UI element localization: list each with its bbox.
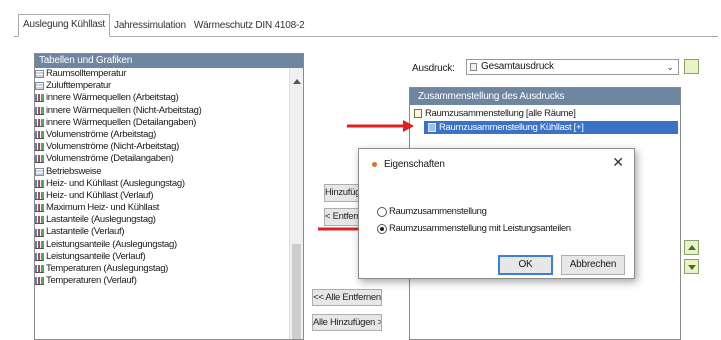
list-item-label: innere Wärmequellen (Arbeitstag) — [46, 92, 179, 104]
chart-icon — [35, 118, 44, 127]
list-item-label: Heiz- und Kühllast (Auslegungstag) — [46, 177, 185, 189]
list-item[interactable]: Raumsolltemperatur — [35, 68, 303, 80]
radio-label: Raumzusammenstellung mit Leistungsanteil… — [389, 223, 571, 234]
list-item[interactable]: Lastanteile (Auslegungstag) — [35, 214, 303, 226]
ok-button[interactable]: OK — [498, 255, 553, 275]
radio-label: Raumzusammenstellung — [389, 206, 487, 217]
list-item-label: Raumsolltemperatur — [46, 68, 127, 79]
chart-icon — [35, 106, 44, 115]
table-icon — [35, 82, 44, 91]
move-up-button[interactable] — [684, 240, 699, 255]
list-item[interactable]: Volumenströme (Arbeitstag) — [35, 129, 303, 141]
list-item-label: Maximum Heiz- und Kühllast — [46, 202, 160, 214]
remove-all-button[interactable]: << Alle Entfernen — [312, 289, 382, 306]
edit-button[interactable] — [684, 59, 699, 74]
tree-child-item-selected[interactable]: Raumzusammenstellung Kühllast [+] — [424, 121, 678, 134]
list-item[interactable]: Heiz- und Kühllast (Verlauf) — [35, 190, 303, 202]
list-item[interactable]: Leistungsanteile (Auslegungstag) — [35, 239, 303, 251]
list-item-label: Volumenströme (Nicht-Arbeitstag) — [46, 141, 179, 153]
tree-child-label: Raumzusammenstellung Kühllast [+] — [439, 122, 584, 133]
list-item-label: Zulufttemperatur — [46, 80, 111, 92]
list-scrollbar[interactable] — [289, 68, 303, 339]
list-item[interactable]: Leistungsanteile (Verlauf) — [35, 251, 303, 263]
list-item[interactable]: innere Wärmequellen (Detailangaben) — [35, 117, 303, 129]
chart-icon — [35, 204, 44, 213]
tab-jahressimulation[interactable]: Jahressimulation — [110, 16, 190, 36]
list-item[interactable]: Temperaturen (Auslegungstag) — [35, 263, 303, 275]
chart-icon — [35, 94, 44, 103]
list-item[interactable]: innere Wärmequellen (Nicht-Arbeitstag) — [35, 105, 303, 117]
list-item[interactable]: Maximum Heiz- und Kühllast — [35, 202, 303, 214]
chart-icon — [35, 143, 44, 152]
cancel-button[interactable]: Abbrechen — [561, 255, 625, 275]
list-item[interactable]: Zulufttemperatur — [35, 80, 303, 92]
list-item-label: Volumenströme (Detailangaben) — [46, 153, 174, 165]
annotation-arrow-icon — [347, 120, 414, 132]
close-icon[interactable]: ✕ — [612, 154, 624, 171]
tab-auslegung-kuehllast[interactable]: Auslegung Kühllast — [18, 14, 111, 37]
print-select[interactable]: Gesamtausdruck ⌄ — [466, 59, 679, 75]
dialog-title: Eigenschaften — [372, 159, 445, 170]
chart-icon — [35, 240, 44, 249]
tab-bar: Auslegung Kühllast Jahressimulation Wärm… — [18, 14, 309, 37]
list-item[interactable]: Volumenströme (Detailangaben) — [35, 153, 303, 165]
chart-icon — [35, 191, 44, 200]
radio-button[interactable] — [377, 206, 387, 217]
list-item-label: innere Wärmequellen (Nicht-Arbeitstag) — [46, 104, 202, 116]
move-down-button[interactable] — [684, 259, 699, 274]
list-item[interactable]: Lastanteile (Verlauf) — [35, 226, 303, 238]
list-item[interactable]: Volumenströme (Nicht-Arbeitstag) — [35, 141, 303, 153]
radio-button-checked[interactable] — [377, 223, 387, 234]
list-item-label: Betriebsweise — [46, 165, 102, 177]
list-item-label: Temperaturen (Verlauf) — [46, 275, 137, 287]
scroll-thumb[interactable] — [292, 244, 301, 339]
list-item-label: Volumenströme (Arbeitstag) — [46, 128, 156, 140]
table-icon — [35, 70, 44, 79]
chart-icon — [35, 277, 44, 286]
list-items: Raumsolltemperatur Zulufttemperatur inne… — [35, 68, 303, 287]
print-select-value: Gesamtausdruck — [481, 61, 554, 72]
app-icon — [372, 162, 377, 167]
table-icon — [35, 167, 44, 176]
chart-icon — [35, 228, 44, 237]
list-item-label: Leistungsanteile (Auslegungstag) — [46, 238, 177, 250]
chart-icon — [35, 252, 44, 261]
list-item-label: Lastanteile (Verlauf) — [46, 226, 125, 238]
add-all-button[interactable]: Alle Hinzufügen >> — [312, 314, 382, 331]
print-label: Ausdruck: — [412, 63, 455, 74]
document-icon — [470, 63, 477, 71]
chart-icon — [35, 155, 44, 164]
list-item[interactable]: Heiz- und Kühllast (Auslegungstag) — [35, 178, 303, 190]
composition-header: Zusammenstellung des Ausdrucks — [410, 88, 680, 105]
tables-and-charts-list[interactable]: Tabellen und Grafiken Raumsolltemperatur… — [34, 53, 304, 340]
list-item[interactable]: Betriebsweise — [35, 166, 303, 178]
dialog-title-text: Eigenschaften — [384, 159, 445, 170]
arrow-up-icon — [688, 245, 696, 250]
document-icon — [414, 109, 422, 118]
document-icon — [428, 123, 436, 132]
arrow-down-icon — [688, 265, 696, 270]
tab-waermeschutz[interactable]: Wärmeschutz DIN 4108-2 — [190, 16, 309, 36]
chart-icon — [35, 216, 44, 225]
scroll-up-arrow-icon[interactable] — [293, 79, 301, 84]
properties-dialog: Eigenschaften ✕ Raumzusammenstellung Rau… — [358, 148, 635, 279]
list-header: Tabellen und Grafiken — [35, 54, 303, 68]
chevron-down-icon: ⌄ — [666, 62, 674, 72]
list-item[interactable]: innere Wärmequellen (Arbeitstag) — [35, 92, 303, 104]
radio-room-summary[interactable]: Raumzusammenstellung — [377, 206, 487, 217]
chart-icon — [35, 179, 44, 188]
tree-root-item[interactable]: Raumzusammenstellung [alle Räume] — [414, 108, 576, 119]
chart-icon — [35, 131, 44, 140]
list-item-label: Heiz- und Kühllast (Verlauf) — [46, 189, 154, 201]
list-item[interactable]: Temperaturen (Verlauf) — [35, 275, 303, 287]
list-item-label: Lastanteile (Auslegungstag) — [46, 214, 156, 226]
chart-icon — [35, 265, 44, 274]
tree-root-label: Raumzusammenstellung [alle Räume] — [425, 108, 576, 119]
list-item-label: Leistungsanteile (Verlauf) — [46, 250, 146, 262]
radio-room-summary-with-power[interactable]: Raumzusammenstellung mit Leistungsanteil… — [377, 223, 571, 234]
list-item-label: Temperaturen (Auslegungstag) — [46, 263, 169, 274]
list-item-label: innere Wärmequellen (Detailangaben) — [46, 116, 197, 128]
